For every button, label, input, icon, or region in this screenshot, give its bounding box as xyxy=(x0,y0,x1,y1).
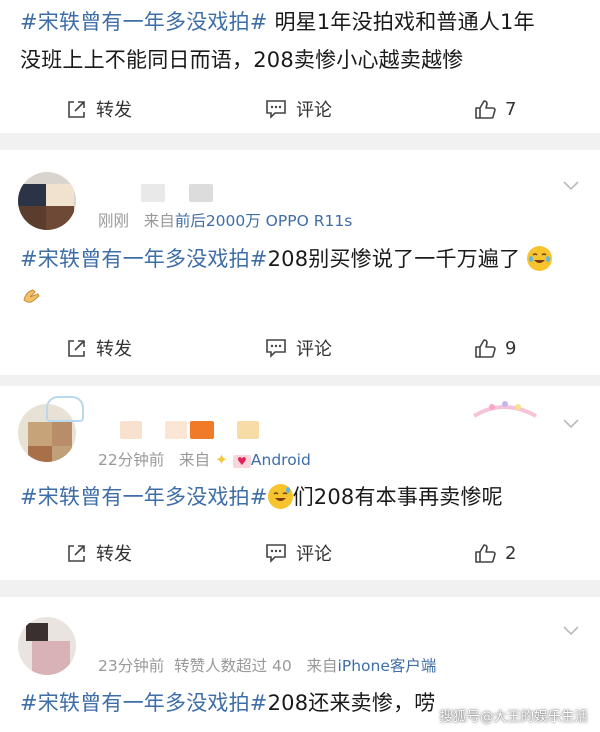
chevron-down-icon[interactable] xyxy=(562,621,580,639)
post-text-line1: 明星1年没拍戏和普通人1年 xyxy=(267,10,535,34)
like-count: 2 xyxy=(505,542,517,564)
like-button[interactable]: 7 xyxy=(474,89,516,129)
comment-label: 评论 xyxy=(296,544,332,565)
comment-hashtag[interactable]: #宋轶曾有一年多没戏拍# xyxy=(20,247,268,271)
post-text-line2: 没班上上不能同日而语，208卖惨小心越卖越惨 xyxy=(20,48,464,72)
source-prefix: 来自 xyxy=(143,212,175,230)
post-hashtag[interactable]: #宋轶曾有一年多没戏拍# xyxy=(20,10,268,34)
comment-time: 23分钟前 xyxy=(98,657,165,675)
username-blurred[interactable] xyxy=(165,421,187,439)
comment-hashtag[interactable]: #宋轶曾有一年多没戏拍# xyxy=(20,691,268,715)
avatar[interactable] xyxy=(18,617,76,675)
sparkle-emoji: ✦ xyxy=(214,451,228,469)
forward-label: 转发 xyxy=(96,339,132,360)
username-blurred[interactable] xyxy=(120,421,142,439)
comment-body: 208还来卖惨，唠 xyxy=(267,691,436,715)
like-icon xyxy=(475,99,496,119)
comment-button[interactable]: 评论 xyxy=(265,328,332,368)
username-blurred[interactable] xyxy=(141,184,165,202)
forward-button[interactable]: 转发 xyxy=(66,328,132,368)
comment-time: 刚刚 xyxy=(98,212,130,230)
like-icon xyxy=(475,543,496,563)
sweat-smile-emoji xyxy=(267,484,293,509)
like-button[interactable]: 2 xyxy=(474,533,516,573)
forward-button[interactable]: 转发 xyxy=(66,89,132,129)
avatar[interactable] xyxy=(18,172,76,230)
comment-card: 刚刚 来自前后2000万 OPPO R11s #宋轶曾有一年多没戏拍#208别买… xyxy=(0,150,600,375)
forward-icon xyxy=(68,339,85,357)
comment-time: 22分钟前 xyxy=(98,451,165,469)
comment-source[interactable]: 前后2000万 OPPO R11s xyxy=(175,212,352,230)
avatar-frame-decoration xyxy=(46,396,84,422)
comment-card: 22分钟前 来自 ✦ ♥ Android #宋轶曾有一年多没戏拍# 们208有本事… xyxy=(0,386,600,580)
source-prefix: 来自 xyxy=(306,657,338,675)
forward-icon xyxy=(68,100,85,118)
like-button[interactable]: 9 xyxy=(474,328,516,368)
chevron-down-icon[interactable] xyxy=(562,414,580,432)
comment-action-bar: 转发 评论 2 xyxy=(0,533,600,573)
comment-label: 评论 xyxy=(296,100,332,121)
comment-label: 评论 xyxy=(296,339,332,360)
watermark: 搜狐号@大王的娱乐生活 xyxy=(439,709,589,725)
post-card: #宋轶曾有一年多没戏拍# 明星1年没拍戏和普通人1年 没班上上不能同日而语，20… xyxy=(0,0,600,133)
comment-extra: 转赞人数超过 40 xyxy=(174,657,292,675)
comment-button[interactable]: 评论 xyxy=(265,89,332,129)
clap-emoji xyxy=(20,284,45,309)
comment-text: #宋轶曾有一年多没戏拍#208别买惨说了一千万遍了 xyxy=(20,240,578,316)
comment-icon xyxy=(266,544,286,563)
comment-button[interactable]: 评论 xyxy=(265,533,332,573)
post-text: #宋轶曾有一年多没戏拍# 明星1年没拍戏和普通人1年 没班上上不能同日而语，20… xyxy=(20,3,578,79)
username-blurred[interactable] xyxy=(237,421,259,439)
like-icon xyxy=(475,338,496,358)
forward-button[interactable]: 转发 xyxy=(66,533,132,573)
forward-icon xyxy=(68,544,85,562)
comment-card: 23分钟前 转赞人数超过 40 来自iPhone客户端 #宋轶曾有一年多没戏拍#… xyxy=(0,597,600,732)
comment-hashtag[interactable]: #宋轶曾有一年多没戏拍# xyxy=(20,485,268,509)
comment-body: 们208有本事再卖惨呢 xyxy=(292,485,503,509)
badge-decoration xyxy=(472,401,537,418)
source-prefix: 来自 xyxy=(179,451,211,469)
comment-body: 208别买惨说了一千万遍了 xyxy=(267,247,521,271)
comment-meta: 22分钟前 来自 ✦ ♥ Android xyxy=(98,448,311,470)
comment-text: #宋轶曾有一年多没戏拍# 们208有本事再卖惨呢 xyxy=(20,478,578,516)
username-blurred[interactable] xyxy=(189,184,213,202)
comment-icon xyxy=(266,100,286,119)
username-blurred[interactable] xyxy=(190,421,214,439)
comment-action-bar: 转发 评论 9 xyxy=(0,328,600,368)
forward-label: 转发 xyxy=(96,544,132,565)
like-count: 7 xyxy=(505,98,517,120)
comment-meta: 刚刚 来自前后2000万 OPPO R11s xyxy=(98,209,352,231)
comment-source[interactable]: Android xyxy=(251,451,311,469)
comment-meta: 23分钟前 转赞人数超过 40 来自iPhone客户端 xyxy=(98,654,436,676)
heart-emoji: ♥ xyxy=(232,455,251,468)
chevron-down-icon[interactable] xyxy=(562,176,580,194)
like-count: 9 xyxy=(505,337,517,359)
post-action-bar: 转发 评论 7 xyxy=(0,89,600,129)
forward-label: 转发 xyxy=(96,100,132,121)
comment-icon xyxy=(266,339,286,358)
comment-source[interactable]: iPhone客户端 xyxy=(338,657,437,675)
crying-laugh-emoji xyxy=(527,246,553,271)
